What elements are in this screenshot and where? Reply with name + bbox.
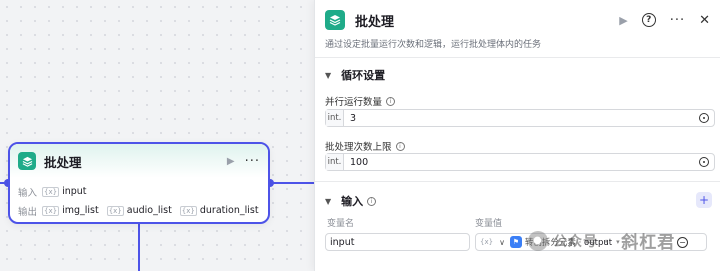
chevron-down-icon[interactable]: ∨ <box>499 238 505 247</box>
output-chip: {x} duration_list <box>179 205 259 216</box>
info-icon[interactable]: i <box>367 196 377 206</box>
panel-description: 通过设定批量运行次数和逻辑，运行批处理体内的任务 <box>325 40 542 50</box>
parallel-count-field[interactable]: int. 3 <box>325 109 715 127</box>
output-label: 输出 <box>18 206 38 218</box>
output-chip: {x} audio_list <box>106 205 172 216</box>
batch-app-icon <box>18 152 36 170</box>
col-var-value: 变量值 <box>475 219 503 229</box>
max-label: 批处理次数上限 i <box>325 139 405 153</box>
chevron-down-icon: ▼ <box>325 196 332 206</box>
output-var-name: audio_list <box>126 205 172 216</box>
more-icon[interactable]: ··· <box>245 154 260 169</box>
watermark: ● 公众号 · 斜杠君 <box>528 228 675 253</box>
info-icon[interactable]: i <box>386 96 396 106</box>
type-label: int. <box>326 110 344 126</box>
input-section-header[interactable]: ▼ 输入 i <box>325 193 377 209</box>
batch-node[interactable]: 批处理 ▶ ··· 输入 {x} input 输出 {x} img_list {… <box>8 142 270 224</box>
max-count-value[interactable]: 100 <box>350 157 699 168</box>
parallel-count-value[interactable]: 3 <box>350 113 699 124</box>
divider <box>315 181 720 182</box>
run-icon[interactable]: ▶ <box>619 14 627 27</box>
chevron-down-icon: ▼ <box>325 70 332 80</box>
input-chip: {x} input <box>42 186 87 197</box>
batch-app-icon <box>325 10 345 30</box>
output-var-name: duration_list <box>199 205 259 216</box>
plus-icon: + <box>698 193 710 207</box>
help-button[interactable]: ? <box>641 13 656 27</box>
input-section-title: 输入 <box>341 195 364 208</box>
node-output-row: 输出 {x} img_list {x} audio_list {x} durat… <box>10 201 268 220</box>
node-title: 批处理 <box>44 154 82 170</box>
max-count-field[interactable]: int. 100 <box>325 153 715 171</box>
loop-settings-title: 循环设置 <box>341 69 386 82</box>
node-input-row: 输入 {x} input <box>10 182 268 201</box>
type-label: int. <box>326 154 344 170</box>
panel-title[interactable]: 批处理 <box>355 11 605 30</box>
input-label: 输入 <box>18 187 38 199</box>
wire-right-out <box>270 182 314 184</box>
more-icon[interactable]: ··· <box>670 13 685 28</box>
node-header: 批处理 ▶ ··· <box>10 144 268 178</box>
source-node-icon: ⚑ <box>509 236 522 248</box>
help-icon: ? <box>641 13 656 27</box>
watermark-channel: 公众号 · <box>553 233 611 250</box>
info-icon[interactable]: i <box>395 141 405 151</box>
variable-icon: {x} <box>42 205 60 216</box>
close-icon[interactable]: ✕ <box>699 13 710 28</box>
clock-icon[interactable] <box>699 113 709 123</box>
remove-icon[interactable]: − <box>677 237 688 248</box>
clock-icon[interactable] <box>699 157 709 167</box>
variable-icon: {x} <box>106 205 124 216</box>
output-var-name: img_list <box>62 205 99 216</box>
parallel-label-text: 并行运行数量 <box>325 97 383 108</box>
wechat-icon: ● <box>528 230 548 251</box>
run-icon[interactable]: ▶ <box>227 156 235 167</box>
variable-icon: {x} <box>42 186 60 197</box>
var-name-input[interactable]: input <box>325 233 470 251</box>
output-chip: {x} img_list <box>42 205 99 216</box>
wire-bottom <box>138 224 140 271</box>
variable-icon: {x} <box>179 205 197 216</box>
max-label-text: 批处理次数上限 <box>325 142 392 153</box>
col-var-name: 变量名 <box>327 219 355 229</box>
parallel-label: 并行运行数量 i <box>325 94 396 108</box>
add-input-button[interactable]: + <box>696 192 712 208</box>
input-var-name: input <box>62 186 87 197</box>
loop-settings-header[interactable]: ▼ 循环设置 <box>325 67 385 83</box>
variable-icon: {x} <box>480 238 494 246</box>
divider <box>315 57 720 58</box>
watermark-name: 斜杠君 <box>621 233 676 253</box>
panel-header: 批处理 ▶ ? ··· ✕ <box>325 9 710 31</box>
